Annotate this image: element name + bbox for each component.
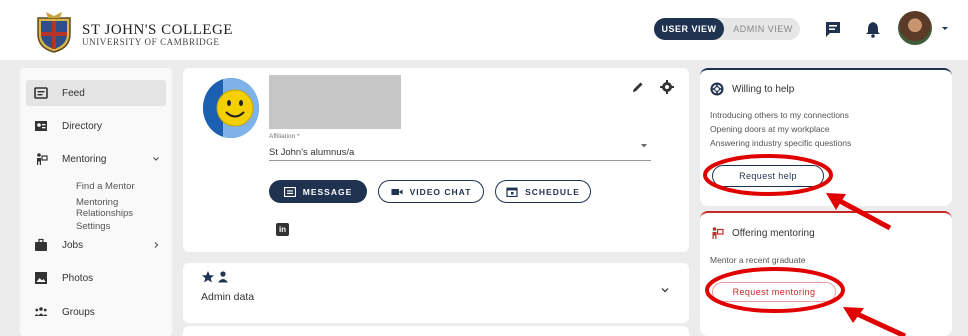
- sidebar-item-directory[interactable]: Directory: [26, 113, 166, 139]
- video-chat-button[interactable]: VIDEO CHAT: [378, 180, 484, 203]
- willing-to-help-title: Willing to help: [732, 84, 795, 95]
- sidebar-item-label: Photos: [62, 272, 94, 284]
- sidebar-item-label: Mentoring: [62, 153, 107, 165]
- sidebar-item-label: Jobs: [62, 239, 84, 251]
- message-button[interactable]: MESSAGE: [269, 180, 367, 203]
- willing-to-help-card: Willing to help Introducing others to my…: [700, 68, 952, 206]
- linkedin-icon[interactable]: in: [276, 223, 289, 236]
- pencil-icon[interactable]: [631, 80, 645, 94]
- affiliation-label: Affiliation *: [269, 133, 300, 140]
- sidebar: Feed Directory Mentoring Find a Mentor M…: [20, 68, 172, 336]
- redacted-name-block: [269, 75, 401, 129]
- chevron-down-icon[interactable]: [660, 286, 670, 294]
- mentoring-item: Mentor a recent graduate: [710, 255, 806, 265]
- chat-icon[interactable]: [824, 20, 842, 38]
- offering-mentoring-card: Offering mentoring Mentor a recent gradu…: [700, 211, 952, 336]
- message-button-label: MESSAGE: [302, 186, 353, 197]
- chevron-down-icon: [153, 157, 159, 161]
- calendar-icon: [506, 187, 518, 197]
- help-item: Answering industry specific questions: [710, 138, 852, 148]
- video-chat-button-label: VIDEO CHAT: [409, 186, 472, 197]
- help-item: Introducing others to my connections: [710, 110, 849, 120]
- video-camera-icon: [391, 188, 403, 195]
- admin-view-button[interactable]: ADMIN VIEW: [726, 18, 800, 40]
- college-crest-logo[interactable]: [32, 8, 76, 54]
- brand: ST JOHN'S COLLEGE UNIVERSITY OF CAMBRIDG…: [82, 22, 233, 48]
- sidebar-item-photos[interactable]: Photos: [26, 265, 166, 291]
- sidebar-item-feed[interactable]: Feed: [26, 80, 166, 106]
- request-mentoring-button[interactable]: Request mentoring: [712, 282, 836, 302]
- sidebar-subitem-mentoring-relationships[interactable]: Mentoring Relationships: [76, 197, 172, 219]
- groups-icon: [34, 307, 48, 316]
- gear-icon[interactable]: [659, 79, 675, 95]
- view-toggle: USER VIEW ADMIN VIEW: [654, 18, 800, 40]
- schedule-button[interactable]: SCHEDULE: [495, 180, 591, 203]
- help-item: Opening doors at my workplace: [710, 124, 830, 134]
- next-card-edge: [183, 326, 689, 336]
- directory-icon: [35, 121, 47, 131]
- chevron-right-icon: [154, 242, 159, 248]
- sidebar-item-label: Feed: [62, 87, 85, 99]
- feed-icon: [34, 87, 48, 99]
- admin-data-panel[interactable]: Admin data: [183, 263, 689, 323]
- dropdown-arrow-icon[interactable]: [640, 143, 648, 149]
- sidebar-subitem-settings[interactable]: Settings: [76, 221, 110, 232]
- schedule-button-label: SCHEDULE: [525, 186, 580, 197]
- mentoring-icon: [37, 153, 48, 165]
- brand-subtitle: UNIVERSITY OF CAMBRIDGE: [82, 37, 220, 47]
- bell-icon[interactable]: [864, 20, 882, 38]
- top-bar: ST JOHN'S COLLEGE UNIVERSITY OF CAMBRIDG…: [0, 0, 968, 60]
- briefcase-icon: [35, 238, 47, 251]
- star-person-icon: [202, 271, 228, 283]
- affiliation-select[interactable]: St John's alumnus/a: [269, 147, 354, 158]
- user-view-button[interactable]: USER VIEW: [654, 18, 724, 40]
- chevron-down-icon[interactable]: [940, 24, 950, 32]
- admin-data-label: Admin data: [201, 291, 255, 303]
- sidebar-item-mentoring[interactable]: Mentoring: [26, 146, 166, 172]
- profile-avatar: [203, 78, 259, 138]
- message-icon: [283, 186, 296, 197]
- photos-icon: [35, 272, 47, 284]
- mentoring-icon: [712, 227, 724, 239]
- brand-name: ST JOHN'S COLLEGE: [82, 22, 233, 38]
- sidebar-subitem-find-mentor[interactable]: Find a Mentor: [76, 181, 135, 192]
- sidebar-item-label: Groups: [62, 306, 95, 318]
- affiliation-underline: [269, 160, 651, 161]
- offering-mentoring-title: Offering mentoring: [732, 228, 815, 239]
- user-avatar[interactable]: [898, 11, 932, 45]
- sidebar-item-jobs[interactable]: Jobs: [26, 232, 166, 258]
- profile-card: Affiliation * St John's alumnus/a MESSAG…: [183, 68, 689, 252]
- sidebar-item-groups[interactable]: Groups: [26, 299, 166, 325]
- request-help-button[interactable]: Request help: [712, 165, 824, 187]
- lifebuoy-icon: [710, 82, 724, 96]
- sidebar-item-label: Directory: [62, 120, 103, 132]
- smiley-face-icon: [203, 78, 259, 138]
